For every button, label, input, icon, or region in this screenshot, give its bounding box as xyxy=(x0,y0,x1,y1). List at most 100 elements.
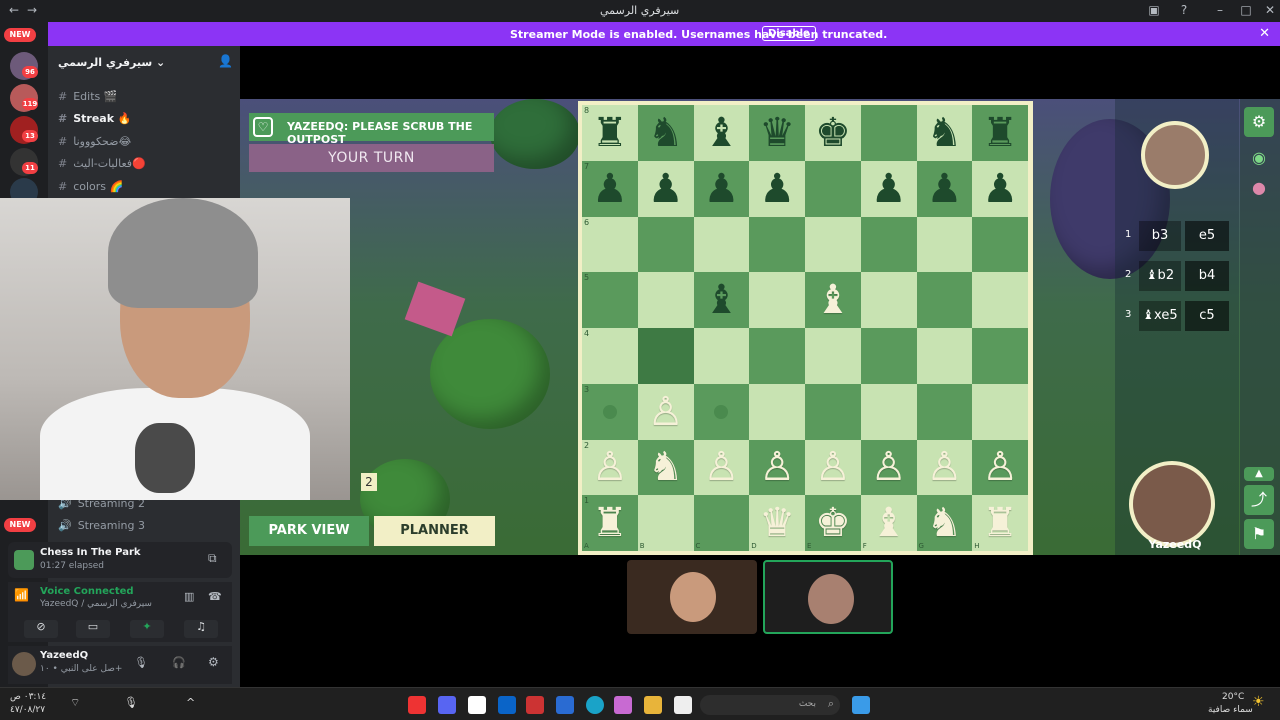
chevron-up-icon[interactable]: ^ xyxy=(186,696,195,709)
square-a5[interactable]: 5 xyxy=(582,272,638,328)
close-icon[interactable]: ✕ xyxy=(1259,26,1270,41)
white-piece[interactable]: ♙ xyxy=(982,447,1018,487)
disable-streamer-button[interactable]: Disable xyxy=(762,26,816,41)
headphones-icon[interactable]: 🎧 xyxy=(172,656,186,669)
white-move[interactable]: b3 xyxy=(1139,221,1181,251)
white-piece[interactable]: ♜ xyxy=(982,503,1018,543)
minimize-icon[interactable]: – xyxy=(1212,3,1228,19)
square-c2[interactable]: ♙ xyxy=(693,439,750,496)
square-h7[interactable]: ♟ xyxy=(972,160,1028,217)
clock-time[interactable]: ٠٣:١٤ ص xyxy=(10,692,46,702)
square-b7[interactable]: ♟ xyxy=(637,160,694,217)
square-c7[interactable]: ♟ xyxy=(693,160,750,217)
participant-video[interactable] xyxy=(627,560,757,634)
voice-status[interactable]: Voice Connected xyxy=(40,586,134,597)
settings-icon[interactable]: ⚙ xyxy=(208,655,219,669)
black-piece[interactable]: ♝ xyxy=(703,280,739,320)
server-name[interactable]: سيرفري الرسمي ⌄ xyxy=(58,56,165,69)
chess-board[interactable]: 8 ♜ ♞ ♝ ♛ ♚ ♞ ♜ 7 ♟ ♟ ♟ ♟ ♟ ♟ ♟ 6 5 ♝ ♝ 4 3 ♙ 2 ♙ ♞ ♙ ♙ ♙ ♙ ♙ ♙ 1 A ♜ B C D ♛ E… xyxy=(582,105,1028,551)
square-h6[interactable] xyxy=(972,216,1028,273)
planner-button[interactable]: PLANNER xyxy=(374,516,495,546)
gift-icon[interactable] xyxy=(526,696,544,714)
square-a3[interactable]: 3 xyxy=(582,383,638,440)
square-c8[interactable]: ♝ xyxy=(693,105,750,161)
app-icon[interactable] xyxy=(408,696,426,714)
mic-icon[interactable]: 🎙 xyxy=(134,656,148,669)
square-b1[interactable]: B xyxy=(637,495,694,551)
add-member-icon[interactable]: 👤 xyxy=(218,54,233,68)
square-b3[interactable]: ♙ xyxy=(637,383,694,440)
square-g5[interactable] xyxy=(916,272,973,328)
square-e8[interactable]: ♚ xyxy=(805,105,861,161)
black-piece[interactable]: ♞ xyxy=(926,113,962,153)
channel-colors[interactable]: # colors 🌈 xyxy=(58,180,123,193)
disconnect-icon[interactable]: ☎ xyxy=(208,590,222,603)
square-e1[interactable]: E ♚ xyxy=(805,495,861,551)
square-f2[interactable]: ♙ xyxy=(860,439,917,496)
square-f8[interactable] xyxy=(860,105,917,161)
black-piece[interactable]: ♟ xyxy=(648,169,684,209)
white-piece[interactable]: ♜ xyxy=(592,503,628,543)
square-d4[interactable] xyxy=(749,328,805,384)
square-g1[interactable]: G ♞ xyxy=(916,495,973,551)
square-g8[interactable]: ♞ xyxy=(916,105,973,161)
app-icon[interactable] xyxy=(674,696,692,714)
square-b8[interactable]: ♞ xyxy=(637,105,694,161)
square-c6[interactable] xyxy=(693,216,750,273)
square-c5[interactable]: ♝ xyxy=(693,272,750,328)
square-a1[interactable]: 1 A ♜ xyxy=(582,495,638,551)
square-h4[interactable] xyxy=(972,328,1028,384)
camera-off-icon[interactable]: ⊘ xyxy=(24,620,58,638)
square-b6[interactable] xyxy=(637,216,694,273)
inbox-icon[interactable]: ▣ xyxy=(1146,3,1162,19)
square-c1[interactable]: C xyxy=(693,495,750,551)
white-piece[interactable]: ♙ xyxy=(871,447,907,487)
white-move[interactable]: ♝xe5 xyxy=(1139,301,1181,331)
square-e4[interactable] xyxy=(805,328,861,384)
square-g2[interactable]: ♙ xyxy=(916,439,973,496)
black-piece[interactable]: ♜ xyxy=(592,113,628,153)
avatar[interactable] xyxy=(12,652,36,676)
wifi-icon[interactable]: ⌔ xyxy=(70,696,80,710)
square-g7[interactable]: ♟ xyxy=(916,160,973,217)
black-piece[interactable]: ♞ xyxy=(648,113,684,153)
white-piece[interactable]: ♙ xyxy=(703,447,739,487)
white-piece[interactable]: ♚ xyxy=(815,503,851,543)
square-d3[interactable] xyxy=(749,383,805,440)
park-view-button[interactable]: PARK VIEW xyxy=(249,516,369,546)
black-piece[interactable]: ♛ xyxy=(759,113,795,153)
channel-edits[interactable]: # Edits 🎬 xyxy=(58,90,117,103)
channel-streak[interactable]: # Streak 🔥 xyxy=(58,112,132,125)
square-d1[interactable]: D ♛ xyxy=(749,495,805,551)
white-piece[interactable]: ♙ xyxy=(648,392,684,432)
square-d6[interactable] xyxy=(749,216,805,273)
copilot-icon[interactable] xyxy=(614,696,632,714)
square-c3[interactable] xyxy=(693,383,750,440)
square-h1[interactable]: H ♜ xyxy=(972,495,1028,551)
popout-icon[interactable]: ⧉ xyxy=(208,551,217,566)
move-hint-dot[interactable] xyxy=(714,404,729,419)
voice-channel-streaming-3[interactable]: 🔊 Streaming 3 xyxy=(58,519,145,532)
square-f7[interactable]: ♟ xyxy=(860,160,917,217)
maximize-icon[interactable]: □ xyxy=(1238,3,1254,19)
noise-suppression-icon[interactable]: ▥ xyxy=(184,590,194,603)
eye-icon[interactable]: ◉ xyxy=(1244,143,1274,173)
move-hint-dot[interactable] xyxy=(602,404,617,419)
square-f5[interactable] xyxy=(860,272,917,328)
outlook-icon[interactable] xyxy=(498,696,516,714)
square-a6[interactable]: 6 xyxy=(582,216,638,273)
weather-temp[interactable]: 20°C xyxy=(1222,692,1244,702)
square-f6[interactable] xyxy=(860,216,917,273)
player-avatar[interactable] xyxy=(1129,461,1215,547)
black-piece[interactable]: ♟ xyxy=(592,169,628,209)
settings-icon[interactable]: ⚙ xyxy=(1244,107,1274,137)
screen-share-icon[interactable]: ▭ xyxy=(76,620,110,638)
edge-icon[interactable] xyxy=(586,696,604,714)
black-piece[interactable]: ♜ xyxy=(982,113,1018,153)
square-g3[interactable] xyxy=(916,383,973,440)
help-icon[interactable]: ? xyxy=(1176,3,1192,19)
heart-icon[interactable]: ♡ xyxy=(253,117,273,137)
square-b2[interactable]: ♞ xyxy=(637,439,694,496)
square-d7[interactable]: ♟ xyxy=(749,160,805,217)
square-a7[interactable]: 7 ♟ xyxy=(582,160,638,217)
